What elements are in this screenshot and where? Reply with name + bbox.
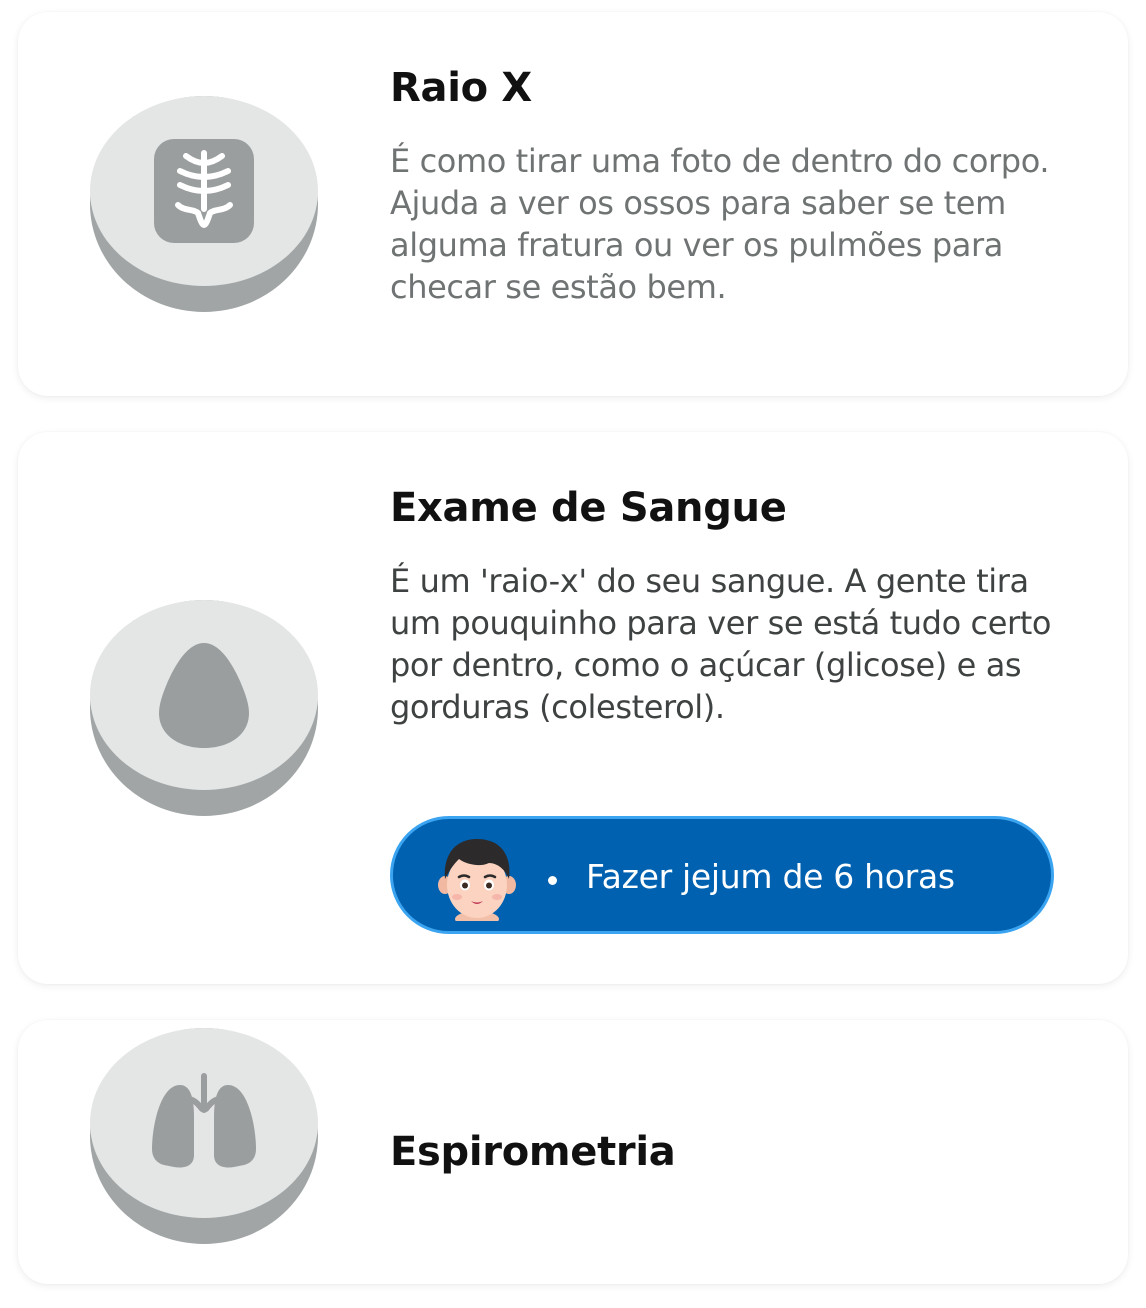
tip-text: Fazer jejum de 6 horas	[586, 857, 955, 896]
exam-icon-disc	[90, 1028, 318, 1244]
tip-bullet	[548, 876, 557, 885]
exam-card-espirometria[interactable]: Espirometria	[18, 1020, 1128, 1284]
exam-description: É um 'raio-x' do seu sangue. A gente tir…	[390, 562, 1052, 726]
exam-description: É como tirar uma foto de dentro do corpo…	[390, 142, 1050, 306]
person-avatar	[435, 833, 519, 927]
exam-card-exame-de-sangue[interactable]: Exame de Sangue É um 'raio-x' do seu san…	[18, 432, 1128, 984]
exam-title: Exame de Sangue	[390, 485, 787, 531]
exam-icon-disc	[90, 96, 318, 312]
lungs-icon	[152, 1073, 256, 1168]
preparation-tip[interactable]: Fazer jejum de 6 horas	[390, 816, 1054, 934]
xray-spine-icon	[154, 139, 254, 243]
exam-title: Raio X	[390, 65, 532, 111]
exam-icon-disc	[90, 600, 318, 816]
blood-drop-icon	[159, 643, 249, 748]
exam-card-raio-x[interactable]: Raio X É como tirar uma foto de dentro d…	[18, 12, 1128, 396]
exam-title: Espirometria	[390, 1129, 676, 1175]
